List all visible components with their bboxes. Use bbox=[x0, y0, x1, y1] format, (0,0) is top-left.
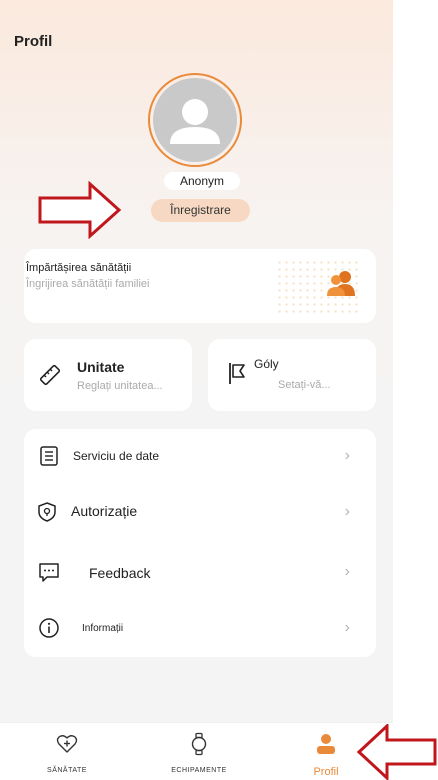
person-icon bbox=[317, 734, 335, 754]
tab-devices[interactable]: ECHIPAMENTE bbox=[159, 723, 239, 780]
menu-item-authorization[interactable]: Autorizație › bbox=[24, 493, 376, 533]
settings-menu: Serviciu de date › Autorizație › Feedbac… bbox=[24, 429, 376, 657]
register-button[interactable]: Înregistrare bbox=[151, 199, 250, 222]
flag-icon bbox=[229, 363, 245, 384]
chevron-right-icon: › bbox=[344, 619, 350, 636]
info-icon bbox=[39, 618, 59, 638]
menu-item-data-service[interactable]: Serviciu de date › bbox=[24, 437, 376, 477]
username: Anonym bbox=[164, 172, 240, 190]
chevron-right-icon: › bbox=[344, 503, 350, 520]
list-icon bbox=[40, 446, 58, 466]
heart-plus-icon bbox=[56, 735, 78, 753]
health-sharing-card[interactable]: Împărtășirea sănătății Îngrijirea sănătă… bbox=[24, 249, 376, 323]
tab-label: Profil bbox=[313, 766, 339, 778]
page-title: Profil bbox=[14, 33, 53, 50]
menu-item-label: Informații bbox=[82, 623, 124, 634]
tab-label: ECHIPAMENTE bbox=[171, 767, 227, 774]
goals-title: Góly bbox=[254, 357, 279, 371]
profile-screen: Profil Anonym Înregistrare Împărtășirea … bbox=[0, 0, 393, 780]
menu-item-label: Autorizație bbox=[71, 503, 138, 519]
health-sharing-subtitle: Îngrijirea sănătății familiei bbox=[26, 278, 150, 290]
annotation-arrow-icon bbox=[38, 181, 122, 239]
annotation-arrow-icon bbox=[357, 724, 437, 780]
ruler-icon bbox=[39, 364, 61, 386]
avatar[interactable] bbox=[148, 73, 242, 167]
watch-icon bbox=[191, 732, 207, 756]
menu-item-label: Serviciu de date bbox=[73, 449, 160, 463]
menu-item-feedback[interactable]: Feedback › bbox=[24, 553, 376, 593]
unit-title: Unitate bbox=[77, 359, 125, 375]
tab-profile[interactable]: Profil bbox=[286, 723, 366, 780]
menu-item-information[interactable]: Informații › bbox=[24, 609, 376, 649]
family-icon bbox=[327, 271, 355, 296]
unit-tile[interactable]: Unitate Reglați unitatea... bbox=[24, 339, 192, 411]
tab-health[interactable]: SĂNĂTATE bbox=[27, 723, 107, 780]
avatar-placeholder-icon bbox=[153, 78, 237, 162]
tab-label: SĂNĂTATE bbox=[47, 767, 87, 774]
chevron-right-icon: › bbox=[344, 447, 350, 464]
health-sharing-title: Împărtășirea sănătății bbox=[26, 262, 132, 274]
chevron-right-icon: › bbox=[344, 563, 350, 580]
chat-icon bbox=[39, 563, 59, 582]
unit-subtitle: Reglați unitatea... bbox=[77, 380, 163, 392]
menu-item-label: Feedback bbox=[89, 565, 151, 581]
goals-subtitle: Setați-vă... bbox=[278, 379, 331, 391]
goals-tile[interactable]: Góly Setați-vă... bbox=[208, 339, 376, 411]
bottom-tab-bar: SĂNĂTATE ECHIPAMENTE Profil bbox=[0, 722, 393, 780]
shield-icon bbox=[38, 502, 56, 522]
